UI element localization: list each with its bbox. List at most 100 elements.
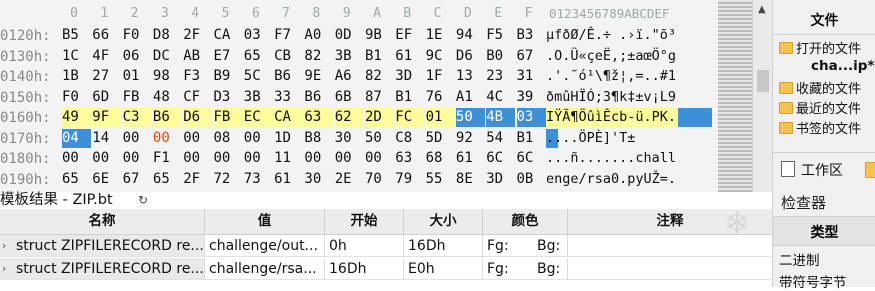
hex-byte-cell[interactable]: 66: [92, 26, 121, 45]
hex-byte-cell[interactable]: 82: [365, 67, 394, 86]
hex-byte-cell[interactable]: 00: [123, 149, 152, 168]
hex-byte-cell[interactable]: 61: [456, 149, 485, 168]
hex-byte-cell[interactable]: AB: [183, 47, 212, 66]
hex-row[interactable]: 0150h: F0 6D FB 48 CF D3 3B 33 B6 6B 87 B1 76 A1 4C 39 ðm…: [0, 88, 718, 108]
hex-byte-cell[interactable]: B6: [152, 108, 182, 127]
ascii-row-text[interactable]: IŸÃ¶ÖûìÊcb-ü.PK.: [546, 108, 712, 127]
hex-byte-cell[interactable]: CF: [183, 88, 212, 107]
hex-byte-cell[interactable]: 62: [334, 108, 364, 127]
hex-byte-cell[interactable]: DC: [153, 47, 182, 66]
hex-byte-cell[interactable]: B8: [304, 129, 333, 148]
hex-byte-cell[interactable]: 00: [214, 149, 243, 168]
folder-tab-icon[interactable]: [865, 162, 875, 178]
hex-byte-cell[interactable]: 3D: [486, 170, 515, 189]
hex-byte-cell[interactable]: 76: [426, 88, 455, 107]
hex-byte-cell[interactable]: CA: [214, 26, 243, 45]
hex-byte-cell[interactable]: 2F: [183, 26, 212, 45]
hex-byte-cell[interactable]: 33: [274, 88, 303, 107]
hex-byte-cell[interactable]: 00: [183, 129, 212, 148]
hex-byte-cell[interactable]: 6C: [486, 149, 515, 168]
hex-byte-cell[interactable]: 3B: [244, 88, 273, 107]
hex-byte-cell[interactable]: 67: [517, 47, 546, 66]
hex-byte-cell[interactable]: D6: [183, 108, 213, 127]
hex-byte-cell[interactable]: 79: [395, 170, 424, 189]
hex-byte-cell[interactable]: 1E: [426, 26, 455, 45]
hex-byte-cell[interactable]: 31: [517, 67, 546, 86]
hex-byte-cell[interactable]: EF: [395, 26, 424, 45]
refresh-icon[interactable]: ↻: [138, 192, 148, 209]
type-column-header[interactable]: 类型: [773, 216, 875, 246]
scroll-up-arrow-icon[interactable]: ▲: [758, 4, 766, 15]
ascii-row-text[interactable]: ....ÖPÈ]'T±: [546, 128, 712, 148]
file-overview-thumbnail[interactable]: [718, 0, 752, 192]
hex-byte-cell[interactable]: A1: [456, 88, 485, 107]
hex-byte-cell[interactable]: B3: [517, 26, 546, 45]
hex-byte-cell[interactable]: 00: [183, 149, 212, 168]
hex-byte-cell[interactable]: F0: [62, 88, 91, 107]
hex-byte-cell[interactable]: B1: [517, 129, 546, 148]
hex-byte-cell[interactable]: B9: [214, 67, 243, 86]
hex-byte-cell[interactable]: A0: [304, 26, 333, 45]
hex-byte-cell[interactable]: F3: [183, 67, 212, 86]
hex-byte-cell[interactable]: 9E: [304, 67, 333, 86]
hex-byte-cell[interactable]: 4C: [486, 88, 515, 107]
row-name-cell[interactable]: › struct ZIPFILERECORD re...: [0, 258, 205, 280]
hex-byte-cell[interactable]: 1C: [62, 47, 91, 66]
hex-byte-cell[interactable]: 3D: [395, 67, 424, 86]
hex-byte-cell[interactable]: 1D: [274, 129, 303, 148]
hex-byte-cell[interactable]: 61: [395, 47, 424, 66]
hex-byte-cell[interactable]: 9F: [92, 108, 122, 127]
hex-byte-cell[interactable]: 67: [123, 170, 152, 189]
hex-byte-cell[interactable]: B1: [365, 47, 394, 66]
hex-byte-cell[interactable]: 00: [62, 149, 91, 168]
chevron-right-icon[interactable]: ›: [2, 258, 6, 279]
hex-row[interactable]: 0160h: 49 9F C3 B6 D6 FB EC CA 63 62 2D FC 01 50 4B 03 IŸ…: [0, 108, 718, 128]
hex-byte-cell[interactable]: 2E: [335, 170, 364, 189]
hex-byte-cell[interactable]: 63: [395, 149, 424, 168]
hex-byte-cell[interactable]: 30: [335, 129, 364, 148]
hex-byte-cell[interactable]: CA: [274, 108, 304, 127]
hex-byte-cell[interactable]: B6: [304, 88, 333, 107]
hex-byte-cell[interactable]: EC: [243, 108, 273, 127]
hex-byte-cell[interactable]: CB: [274, 47, 303, 66]
hex-byte-cell[interactable]: E7: [214, 47, 243, 66]
hex-byte-cell[interactable]: 00: [335, 149, 364, 168]
hex-byte-cell[interactable]: 6B: [335, 88, 364, 107]
hex-byte-cell[interactable]: 00: [244, 129, 273, 148]
hex-byte-cell[interactable]: 04: [62, 128, 91, 148]
recent-files-item[interactable]: 最近的文件: [779, 98, 861, 117]
hex-byte-cell[interactable]: 27: [92, 67, 121, 86]
hex-byte-cell[interactable]: 23: [486, 67, 515, 86]
bookmark-files-item[interactable]: 书签的文件: [779, 118, 861, 137]
hex-byte-cell[interactable]: 87: [365, 88, 394, 107]
hex-byte-cell[interactable]: B0: [486, 47, 515, 66]
hex-byte-cell[interactable]: 4F: [92, 47, 121, 66]
hex-byte-cell[interactable]: 9C: [426, 47, 455, 66]
col-header-color[interactable]: 颜色: [483, 209, 568, 235]
open-files-item[interactable]: 打开的文件: [779, 38, 861, 57]
hex-byte-cell[interactable]: 65: [153, 170, 182, 189]
hex-byte-cell[interactable]: 1F: [426, 67, 455, 86]
hex-byte-cell[interactable]: 39: [517, 88, 546, 107]
hex-byte-cell[interactable]: 9B: [365, 26, 394, 45]
hex-byte-cell[interactable]: 6D: [92, 88, 121, 107]
hex-byte-cell[interactable]: FB: [213, 108, 243, 127]
hex-byte-cell[interactable]: 63: [304, 108, 334, 127]
hex-byte-cell[interactable]: 03: [516, 108, 546, 127]
col-header-comment[interactable]: 注释: [568, 209, 772, 235]
hex-row[interactable]: 0120h: B5 66 F0 D8 2F CA 03 F7 A0 0D 9B EF 1E 94 F5 B3 µf…: [0, 26, 718, 46]
hex-byte-cell[interactable]: D8: [153, 26, 182, 45]
favorite-files-item[interactable]: 收藏的文件: [779, 78, 861, 97]
hex-byte-cell[interactable]: 00: [244, 149, 273, 168]
inspector-row-binary[interactable]: 二进制: [779, 249, 820, 269]
hex-byte-cell[interactable]: F0: [123, 26, 152, 45]
hex-byte-cell[interactable]: 54: [486, 129, 515, 148]
hex-byte-cell[interactable]: 48: [153, 88, 182, 107]
hex-byte-cell[interactable]: 94: [456, 26, 485, 45]
hex-byte-cell[interactable]: 08: [214, 129, 243, 148]
hex-byte-cell[interactable]: 8E: [456, 170, 485, 189]
col-header-name[interactable]: 名称: [0, 209, 205, 235]
hex-byte-cell[interactable]: 55: [426, 170, 455, 189]
hex-byte-cell[interactable]: F1: [153, 149, 182, 168]
hex-byte-cell[interactable]: D6: [456, 47, 485, 66]
